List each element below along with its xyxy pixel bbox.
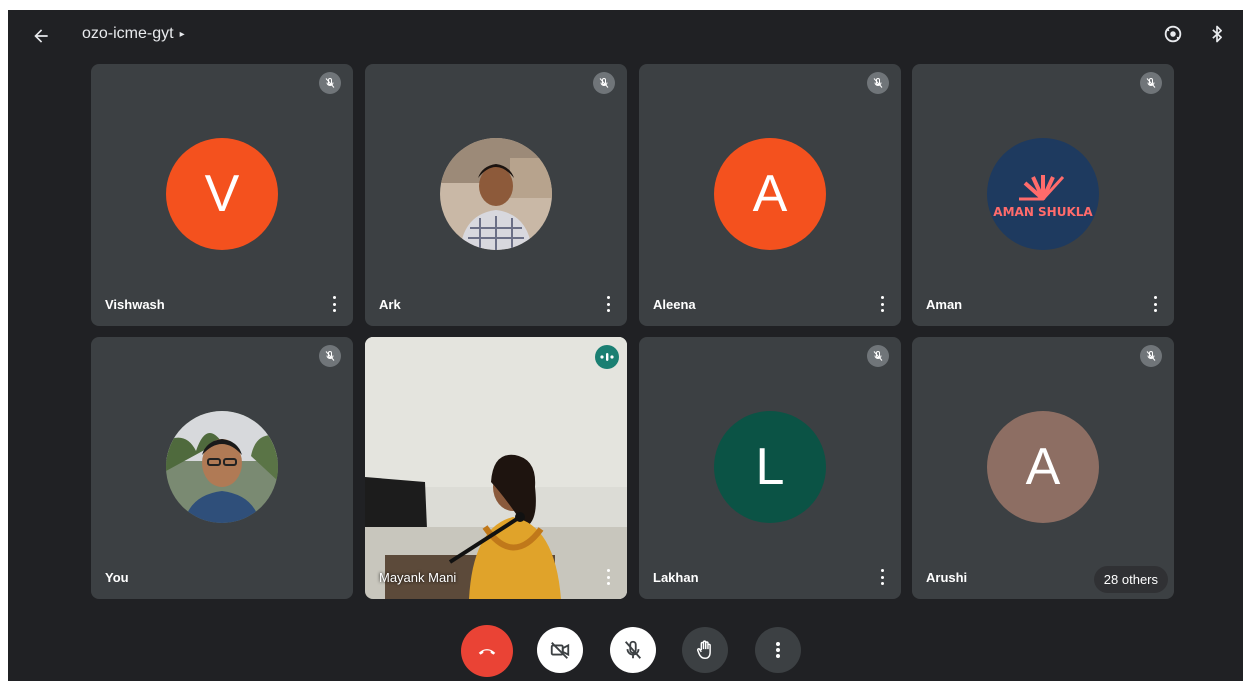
- arrow-left-icon: [34, 29, 48, 43]
- participant-name: Aman: [926, 297, 963, 312]
- participant-name: Arushi: [926, 570, 968, 585]
- participant-tile[interactable]: Ark: [365, 64, 627, 326]
- call-controls: [8, 625, 1243, 677]
- bluetooth-audio-button[interactable]: [1205, 22, 1229, 46]
- mic-off-icon: [624, 640, 642, 659]
- logo-text: AMAN SHUKLA: [993, 205, 1093, 219]
- speaking-indicator-icon: [595, 345, 619, 369]
- end-call-button[interactable]: [461, 625, 513, 677]
- camera-switch-icon: [1164, 25, 1182, 43]
- participant-name: Lakhan: [653, 570, 699, 585]
- participant-name: Aleena: [653, 297, 696, 312]
- participant-name: Vishwash: [105, 297, 165, 312]
- mic-off-icon: [593, 72, 615, 94]
- meeting-code: ozo-icme-gyt: [82, 25, 174, 42]
- participant-name: Ark: [379, 297, 401, 312]
- participant-tile[interactable]: A Arushi 28 others: [912, 337, 1174, 599]
- top-bar: ozo-icme-gyt ▸: [8, 10, 1243, 60]
- avatar-logo: AMAN SHUKLA: [987, 138, 1099, 250]
- participant-tile[interactable]: A Aleena: [639, 64, 901, 326]
- more-vert-icon: [776, 642, 780, 658]
- participant-tile[interactable]: V Vishwash: [91, 64, 353, 326]
- more-vert-icon[interactable]: [603, 294, 613, 314]
- avatar: A: [987, 411, 1099, 523]
- raise-hand-button[interactable]: [682, 627, 728, 673]
- mic-off-icon: [867, 72, 889, 94]
- avatar: V: [166, 138, 278, 250]
- back-button[interactable]: [28, 23, 54, 49]
- bluetooth-icon: [1212, 25, 1222, 43]
- avatar: A: [714, 138, 826, 250]
- raise-hand-icon: [696, 640, 711, 659]
- participant-tile[interactable]: You: [91, 337, 353, 599]
- phone-hangup-icon: [478, 649, 496, 655]
- video-feed: [365, 337, 627, 599]
- participant-video-tile[interactable]: Mayank Mani: [365, 337, 627, 599]
- switch-camera-button[interactable]: [1161, 22, 1185, 46]
- more-vert-icon[interactable]: [603, 567, 613, 587]
- mic-off-icon: [1140, 345, 1162, 367]
- meeting-info-button[interactable]: ozo-icme-gyt ▸: [82, 25, 185, 43]
- others-count-badge[interactable]: 28 others: [1093, 566, 1168, 593]
- mic-off-icon: [319, 72, 341, 94]
- participant-name: Mayank Mani: [379, 570, 457, 585]
- mic-off-icon: [1140, 72, 1162, 94]
- more-vert-icon[interactable]: [1150, 294, 1160, 314]
- avatar-photo: [166, 411, 278, 523]
- mic-toggle-button[interactable]: [610, 627, 656, 673]
- more-vert-icon[interactable]: [329, 294, 339, 314]
- meet-window: ozo-icme-gyt ▸ V Vishwash Ark A Aleena A…: [8, 10, 1243, 681]
- more-vert-icon[interactable]: [877, 567, 887, 587]
- avatar-photo: [440, 138, 552, 250]
- camera-toggle-button[interactable]: [537, 627, 583, 673]
- more-vert-icon[interactable]: [877, 294, 887, 314]
- participant-name: You: [105, 570, 129, 585]
- more-options-button[interactable]: [755, 627, 801, 673]
- participant-tile[interactable]: AMAN SHUKLA Aman: [912, 64, 1174, 326]
- fan-logo-icon: [1019, 175, 1065, 201]
- mic-off-icon: [867, 345, 889, 367]
- caret-right-icon: ▸: [179, 28, 185, 40]
- participant-tile[interactable]: L Lakhan: [639, 337, 901, 599]
- mic-off-icon: [319, 345, 341, 367]
- camera-off-icon: [550, 642, 570, 659]
- avatar: L: [714, 411, 826, 523]
